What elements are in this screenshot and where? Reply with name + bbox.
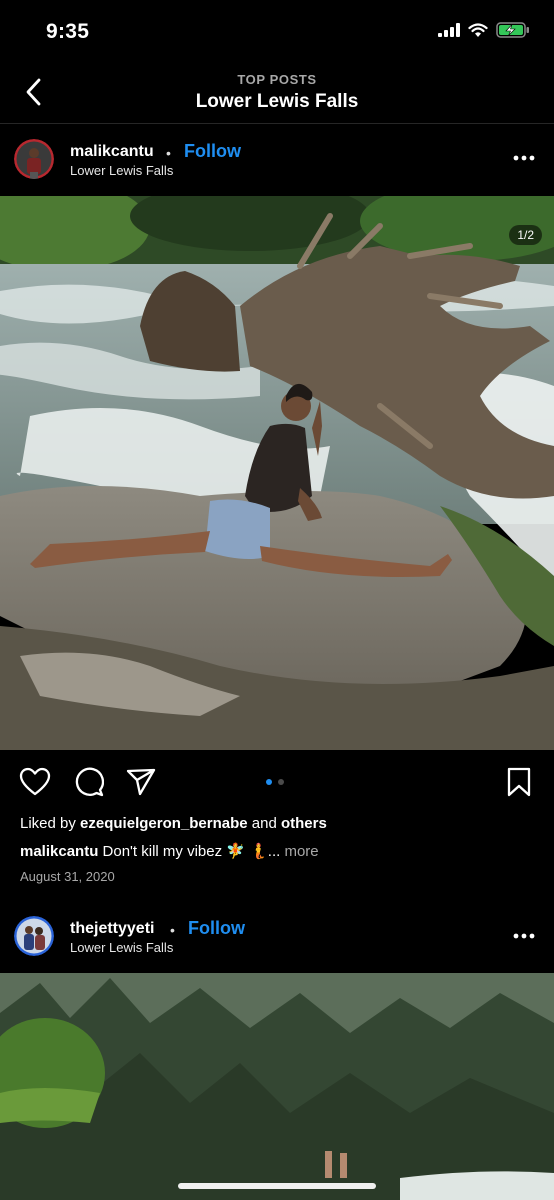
comment-icon xyxy=(75,767,104,797)
liked-mid: and xyxy=(247,815,281,832)
follow-button[interactable]: Follow xyxy=(184,141,241,162)
follow-button[interactable]: Follow xyxy=(188,918,245,939)
post-location[interactable]: Lower Lewis Falls xyxy=(70,940,173,955)
comment-button[interactable] xyxy=(72,765,106,799)
battery-charging-icon xyxy=(496,22,529,38)
liked-by[interactable]: Liked by ezequielgeron_bernabe and other… xyxy=(20,815,327,832)
caption-more-link[interactable]: more xyxy=(284,843,318,860)
save-button[interactable] xyxy=(502,765,536,799)
more-icon xyxy=(513,933,535,939)
like-button[interactable] xyxy=(18,765,52,799)
bookmark-icon xyxy=(507,767,531,797)
more-icon xyxy=(513,155,535,161)
wifi-icon xyxy=(468,22,488,37)
post-date: August 31, 2020 xyxy=(20,869,115,884)
share-icon xyxy=(126,768,156,796)
post-username[interactable]: malikcantu xyxy=(70,143,154,161)
status-time: 9:35 xyxy=(46,20,90,43)
avatar[interactable] xyxy=(14,139,54,179)
heart-icon xyxy=(19,767,51,796)
separator-dot: • xyxy=(166,145,171,161)
carousel-dot-active xyxy=(266,779,272,785)
post-image[interactable] xyxy=(0,196,554,750)
page-subtitle: TOP POSTS xyxy=(237,72,317,87)
share-button[interactable] xyxy=(124,765,158,799)
carousel-dot xyxy=(278,779,284,785)
post-caption: malikcantu Don't kill my vibez 🧚 🧜... mo… xyxy=(20,842,319,860)
caption-username[interactable]: malikcantu xyxy=(20,843,98,860)
status-icons xyxy=(438,22,530,38)
more-options-button[interactable] xyxy=(510,926,538,946)
home-indicator[interactable] xyxy=(178,1183,376,1189)
liked-others[interactable]: others xyxy=(281,815,327,832)
separator-dot: • xyxy=(170,922,175,938)
more-options-button[interactable] xyxy=(510,148,538,168)
signal-icon xyxy=(438,23,460,37)
post-username[interactable]: thejettyyeti xyxy=(70,920,154,938)
image-counter: 1/2 xyxy=(509,225,542,245)
page-title: Lower Lewis Falls xyxy=(195,91,359,112)
liked-prefix: Liked by xyxy=(20,815,81,832)
caption-text: Don't kill my vibez 🧚 🧜... xyxy=(98,843,285,860)
liked-user[interactable]: ezequielgeron_bernabe xyxy=(80,815,248,832)
post-image[interactable] xyxy=(0,973,554,1200)
post-location[interactable]: Lower Lewis Falls xyxy=(70,163,173,178)
header-divider xyxy=(0,123,554,124)
avatar[interactable] xyxy=(14,916,54,956)
carousel-indicator xyxy=(266,779,284,785)
